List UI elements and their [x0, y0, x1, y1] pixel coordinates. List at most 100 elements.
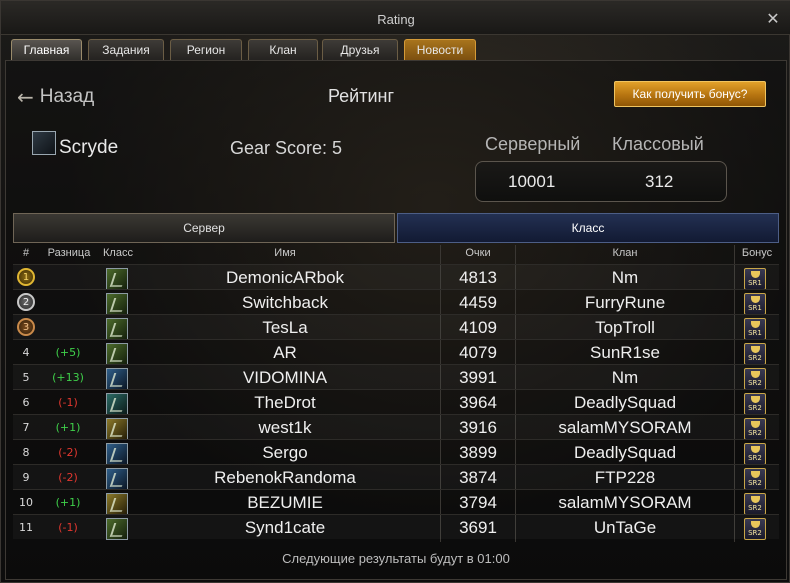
bonus-trophy-icon[interactable]: SR2 — [744, 393, 766, 415]
bonus-trophy-icon[interactable]: SR2 — [744, 368, 766, 390]
row-rank-change: (-2) — [58, 446, 78, 459]
col-name-header: Имя — [274, 247, 296, 259]
row-clan: UnTaGe — [593, 518, 657, 537]
row-rank-change — [39, 315, 97, 340]
close-icon[interactable]: ✕ — [765, 11, 781, 27]
row-points: 4079 — [459, 343, 497, 362]
bonus-trophy-icon[interactable]: SR2 — [744, 443, 766, 465]
row-rank-change: (+1) — [55, 421, 81, 434]
bonus-trophy-icon[interactable]: SR1 — [744, 293, 766, 315]
table-row[interactable]: 9 (-2) RebenokRandoma 3874 FTP228 SR2 — [13, 464, 779, 490]
col-clan-header: Клан — [612, 247, 638, 259]
table-row[interactable]: 3 TesLa 4109 TopTroll SR1 — [13, 314, 779, 340]
table-row[interactable]: 7 (+1) west1k 3916 salamMYSORAM SR2 — [13, 414, 779, 440]
row-player-name[interactable]: BEZUMIE — [130, 490, 440, 515]
bonus-trophy-icon[interactable]: SR1 — [744, 318, 766, 340]
server-rank-value: 10001 — [508, 172, 556, 191]
row-rank: 6 — [22, 396, 30, 409]
row-rank: 8 — [22, 446, 30, 459]
subtab-class[interactable]: Класс — [397, 213, 779, 243]
class-icon — [106, 443, 128, 465]
class-icon — [106, 343, 128, 365]
row-player-name[interactable]: west1k — [130, 415, 440, 440]
row-player-name[interactable]: Synd1cate — [130, 515, 440, 540]
row-points: 4813 — [459, 268, 497, 287]
table-header: # Разница Класс Имя Очки Клан Бонус — [13, 245, 779, 263]
window-title: Rating — [377, 12, 415, 27]
row-class — [105, 365, 129, 390]
row-rank-change: (+5) — [55, 346, 81, 359]
row-points: 3964 — [459, 393, 497, 412]
row-clan: salamMYSORAM — [558, 493, 692, 512]
class-icon — [106, 468, 128, 490]
how-to-get-bonus-button[interactable]: Как получить бонус? — [614, 81, 766, 107]
next-results-text: Следующие результаты будут в 01:00 — [282, 551, 510, 566]
class-icon — [106, 368, 128, 390]
title-bar[interactable]: Rating ✕ — [1, 1, 790, 35]
row-player-name[interactable]: TesLa — [130, 315, 440, 340]
row-rank: 7 — [22, 421, 30, 434]
row-class — [105, 440, 129, 465]
row-player-name[interactable]: VIDOMINA — [130, 365, 440, 390]
tab-friends[interactable]: Друзья — [322, 39, 398, 61]
row-bonus: SR2 — [740, 390, 770, 415]
row-player-name[interactable]: AR — [130, 340, 440, 365]
tab-main[interactable]: Главная — [11, 39, 82, 61]
bonus-trophy-icon[interactable]: SR2 — [744, 468, 766, 490]
table-row[interactable]: 8 (-2) Sergo 3899 DeadlySquad SR2 — [13, 439, 779, 465]
row-bonus: SR2 — [740, 515, 770, 540]
table-row[interactable]: 2 Switchback 4459 FurryRune SR1 — [13, 289, 779, 315]
row-class — [105, 415, 129, 440]
tab-clan[interactable]: Клан — [248, 39, 318, 61]
row-rank-change: (-1) — [58, 396, 78, 409]
class-icon — [106, 493, 128, 515]
table-row[interactable]: 5 (+13) VIDOMINA 3991 Nm SR2 — [13, 364, 779, 390]
row-rank-change: (-1) — [58, 521, 78, 534]
row-player-name[interactable]: TheDrot — [130, 390, 440, 415]
table-row[interactable]: 11 (-1) Synd1cate 3691 UnTaGe SR2 — [13, 514, 779, 540]
tab-quests[interactable]: Задания — [88, 39, 164, 61]
row-rank-change — [39, 265, 97, 290]
table-row[interactable]: 10 (+1) BEZUMIE 3794 salamMYSORAM SR2 — [13, 489, 779, 515]
row-class — [105, 265, 129, 290]
table-row[interactable]: 4 (+5) AR 4079 SunR1se SR2 — [13, 339, 779, 365]
row-bonus: SR2 — [740, 465, 770, 490]
class-icon — [106, 418, 128, 440]
row-points: 4109 — [459, 318, 497, 337]
bonus-trophy-icon[interactable]: SR2 — [744, 343, 766, 365]
row-rank: 4 — [22, 346, 30, 359]
row-rank: 1 — [13, 265, 39, 290]
tab-region[interactable]: Регион — [170, 39, 242, 61]
row-clan: salamMYSORAM — [558, 418, 692, 437]
row-points: 3794 — [459, 493, 497, 512]
bonus-trophy-icon[interactable]: SR1 — [744, 268, 766, 290]
row-points: 3691 — [459, 518, 497, 537]
row-player-name[interactable]: DemonicARbok — [130, 265, 440, 290]
bonus-trophy-icon[interactable]: SR2 — [744, 418, 766, 440]
row-clan: Nm — [611, 268, 639, 287]
row-clan: DeadlySquad — [573, 393, 677, 412]
bonus-trophy-icon[interactable]: SR2 — [744, 518, 766, 540]
row-player-name[interactable]: RebenokRandoma — [130, 465, 440, 490]
row-class — [105, 465, 129, 490]
row-class — [105, 340, 129, 365]
row-class — [105, 515, 129, 540]
row-class — [105, 490, 129, 515]
row-clan: DeadlySquad — [573, 443, 677, 462]
subtab-server[interactable]: Сервер — [13, 213, 395, 243]
row-rank: 2 — [13, 290, 39, 315]
row-bonus: SR2 — [740, 365, 770, 390]
bonus-trophy-icon[interactable]: SR2 — [744, 493, 766, 515]
row-rank-change: (-2) — [58, 471, 78, 484]
col-points-header: Очки — [465, 247, 491, 259]
row-player-name[interactable]: Switchback — [130, 290, 440, 315]
row-rank-change: (+1) — [55, 496, 81, 509]
player-class-icon — [32, 131, 56, 155]
col-diff-header: Разница — [47, 247, 91, 259]
tab-news[interactable]: Новости — [404, 39, 476, 61]
row-clan: FTP228 — [594, 468, 656, 487]
table-row[interactable]: 1 DemonicARbok 4813 Nm SR1 — [13, 264, 779, 290]
row-player-name[interactable]: Sergo — [130, 440, 440, 465]
table-row[interactable]: 6 (-1) TheDrot 3964 DeadlySquad SR2 — [13, 389, 779, 415]
row-points: 3899 — [459, 443, 497, 462]
